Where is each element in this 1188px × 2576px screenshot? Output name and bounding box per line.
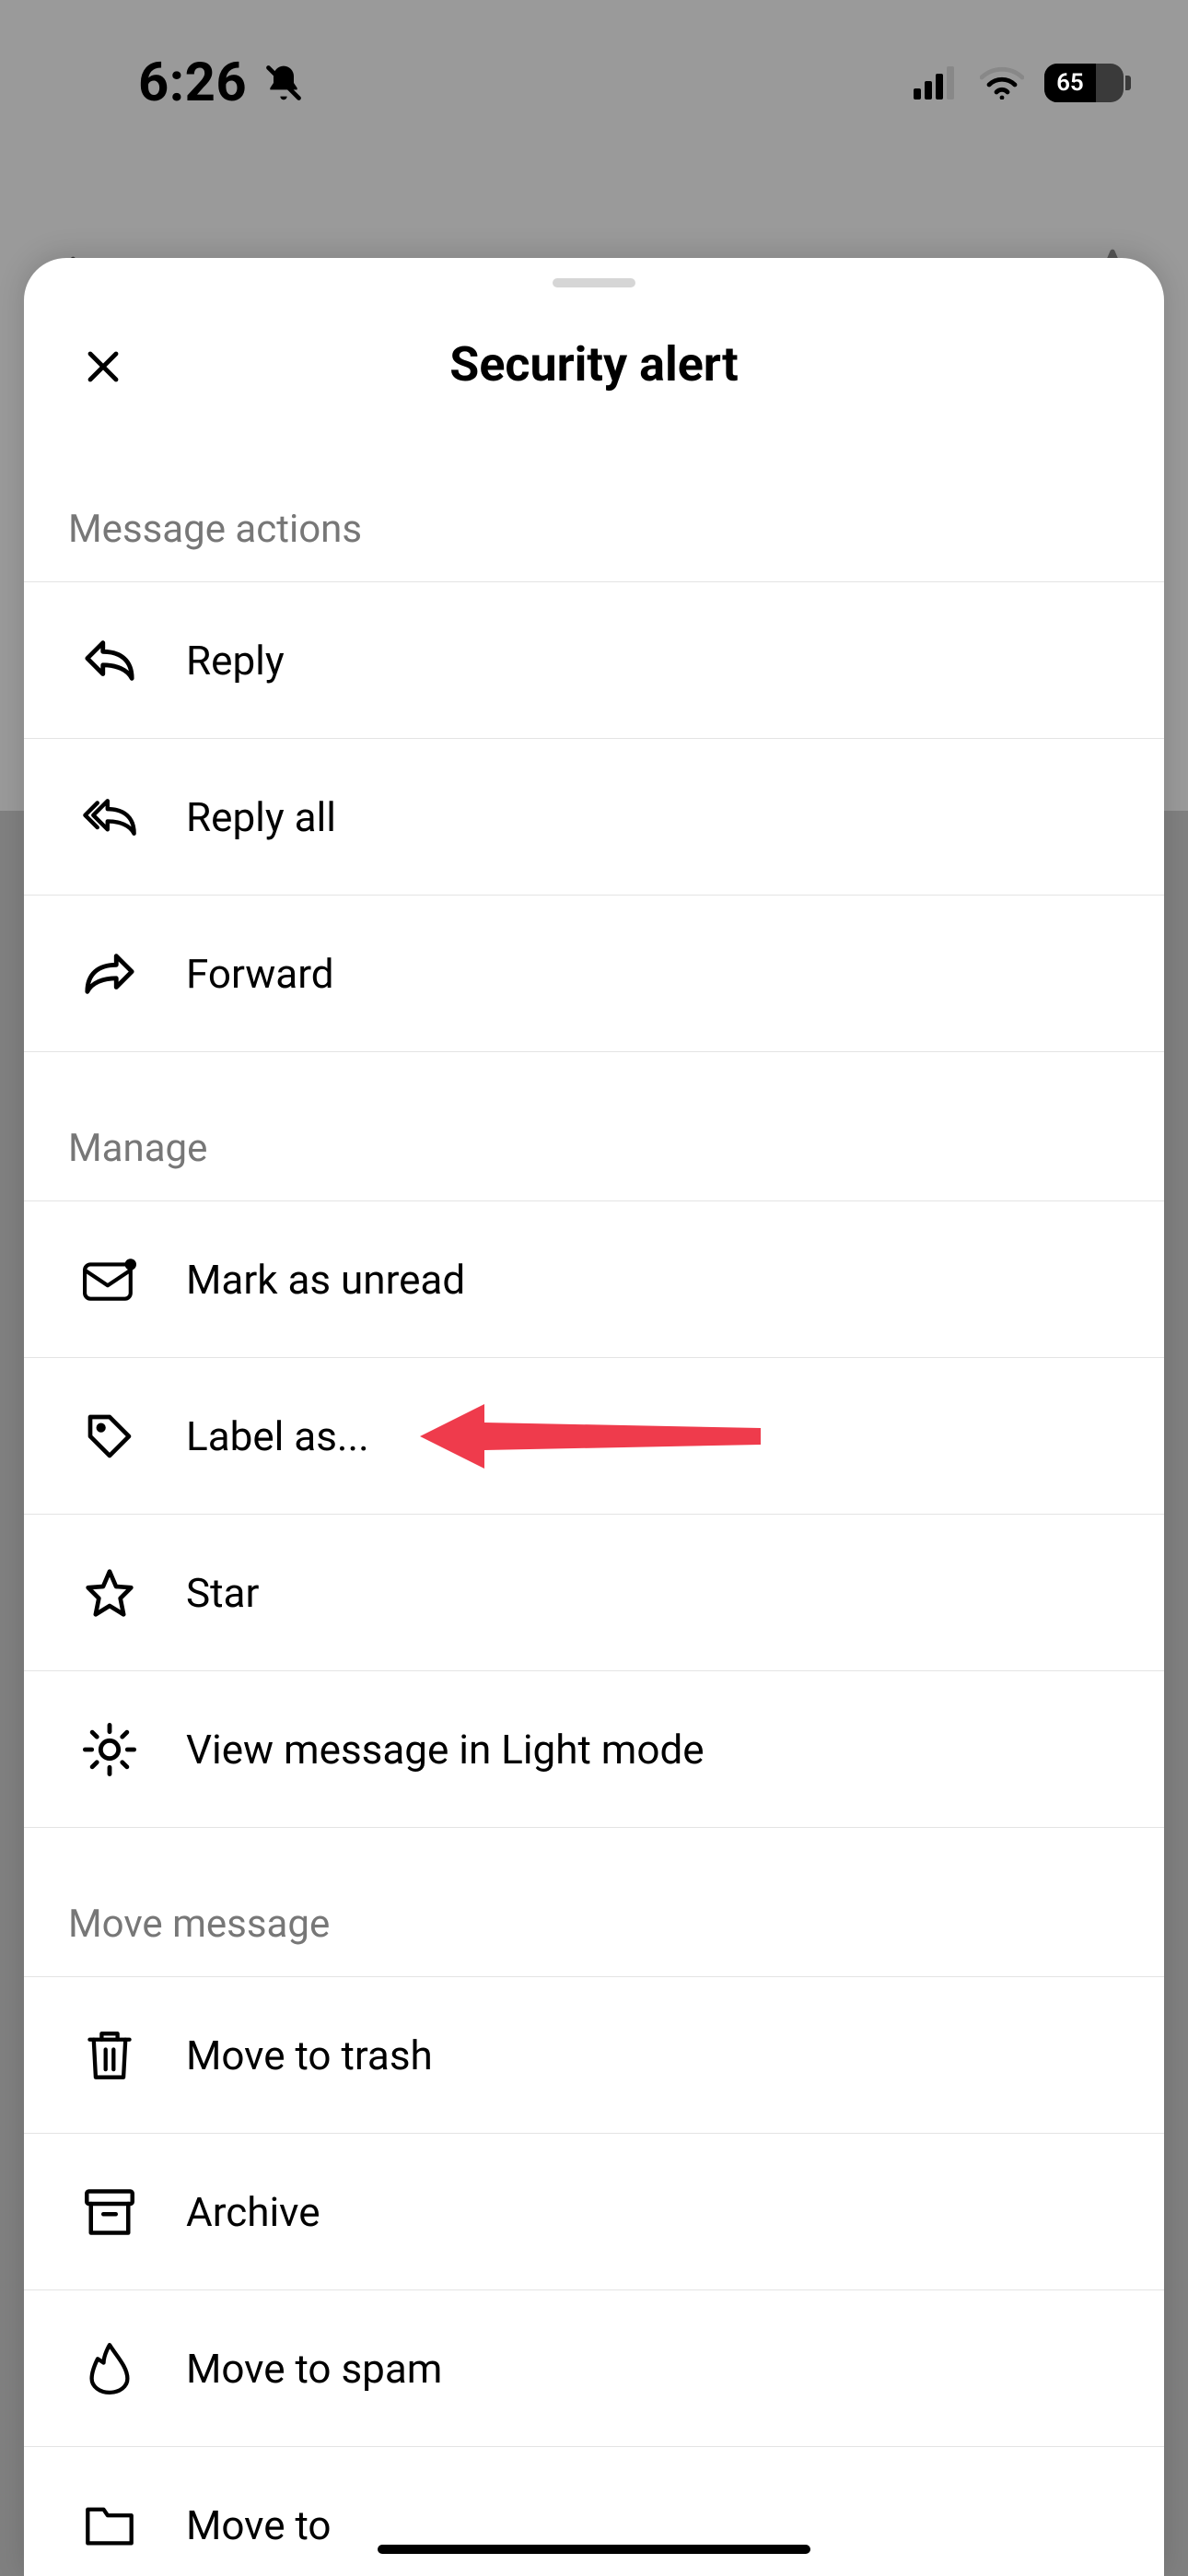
annotation-arrow-icon bbox=[420, 1395, 770, 1478]
row-move-to[interactable]: Move to bbox=[24, 2446, 1164, 2576]
status-left: 6:26 bbox=[138, 52, 304, 114]
folder-icon bbox=[77, 2503, 142, 2547]
cellular-icon bbox=[914, 66, 960, 100]
background-strip-right bbox=[1164, 811, 1188, 2576]
row-move-trash[interactable]: Move to trash bbox=[24, 1976, 1164, 2133]
row-forward[interactable]: Forward bbox=[24, 895, 1164, 1051]
close-button[interactable] bbox=[79, 343, 127, 391]
row-move-trash-label: Move to trash bbox=[186, 2032, 433, 2079]
row-star-label: Star bbox=[186, 1569, 259, 1617]
row-reply[interactable]: Reply bbox=[24, 581, 1164, 738]
section-header-move: Move message bbox=[24, 1827, 1164, 1976]
home-indicator[interactable] bbox=[378, 2545, 810, 2554]
row-star[interactable]: Star bbox=[24, 1514, 1164, 1670]
row-reply-all-label: Reply all bbox=[186, 793, 336, 841]
sheet-title: Security alert bbox=[449, 336, 738, 392]
row-archive[interactable]: Archive bbox=[24, 2133, 1164, 2289]
row-reply-all[interactable]: Reply all bbox=[24, 738, 1164, 895]
row-forward-label: Forward bbox=[186, 950, 334, 998]
trash-icon bbox=[77, 2030, 142, 2081]
label-icon bbox=[77, 1411, 142, 1462]
section-header-message-actions: Message actions bbox=[24, 433, 1164, 581]
row-light-mode[interactable]: View message in Light mode bbox=[24, 1670, 1164, 1827]
star-icon bbox=[77, 1567, 142, 1619]
forward-icon bbox=[77, 947, 142, 1001]
action-sheet: Security alert Message actions Reply Rep… bbox=[24, 258, 1164, 2576]
status-bar: 6:26 65 bbox=[0, 0, 1188, 166]
sheet-header: Security alert bbox=[24, 258, 1164, 433]
row-archive-label: Archive bbox=[186, 2188, 320, 2236]
row-label-as[interactable]: Label as... bbox=[24, 1357, 1164, 1514]
battery-icon: 65 bbox=[1044, 64, 1124, 102]
row-move-to-label: Move to bbox=[186, 2501, 332, 2549]
row-mark-unread-label: Mark as unread bbox=[186, 1256, 465, 1304]
sun-icon bbox=[77, 1723, 142, 1776]
row-mark-unread[interactable]: Mark as unread bbox=[24, 1200, 1164, 1357]
spam-icon bbox=[77, 2343, 142, 2395]
row-move-spam-label: Move to spam bbox=[186, 2345, 442, 2393]
bell-off-icon bbox=[263, 63, 304, 103]
wifi-icon bbox=[980, 66, 1024, 100]
row-light-mode-label: View message in Light mode bbox=[186, 1726, 705, 1774]
section-header-manage: Manage bbox=[24, 1051, 1164, 1200]
battery-level: 65 bbox=[1056, 69, 1084, 97]
reply-all-icon bbox=[77, 790, 142, 844]
row-reply-label: Reply bbox=[186, 637, 285, 685]
device-screen: 6:26 65 2 messages bbox=[0, 0, 1188, 2576]
row-label-as-label: Label as... bbox=[186, 1412, 369, 1460]
status-right: 65 bbox=[914, 64, 1124, 102]
mark-unread-icon bbox=[77, 1259, 142, 1301]
row-move-spam[interactable]: Move to spam bbox=[24, 2289, 1164, 2446]
reply-icon bbox=[77, 634, 142, 687]
background-strip-left bbox=[0, 811, 24, 2576]
status-time: 6:26 bbox=[138, 52, 247, 114]
archive-icon bbox=[77, 2189, 142, 2235]
